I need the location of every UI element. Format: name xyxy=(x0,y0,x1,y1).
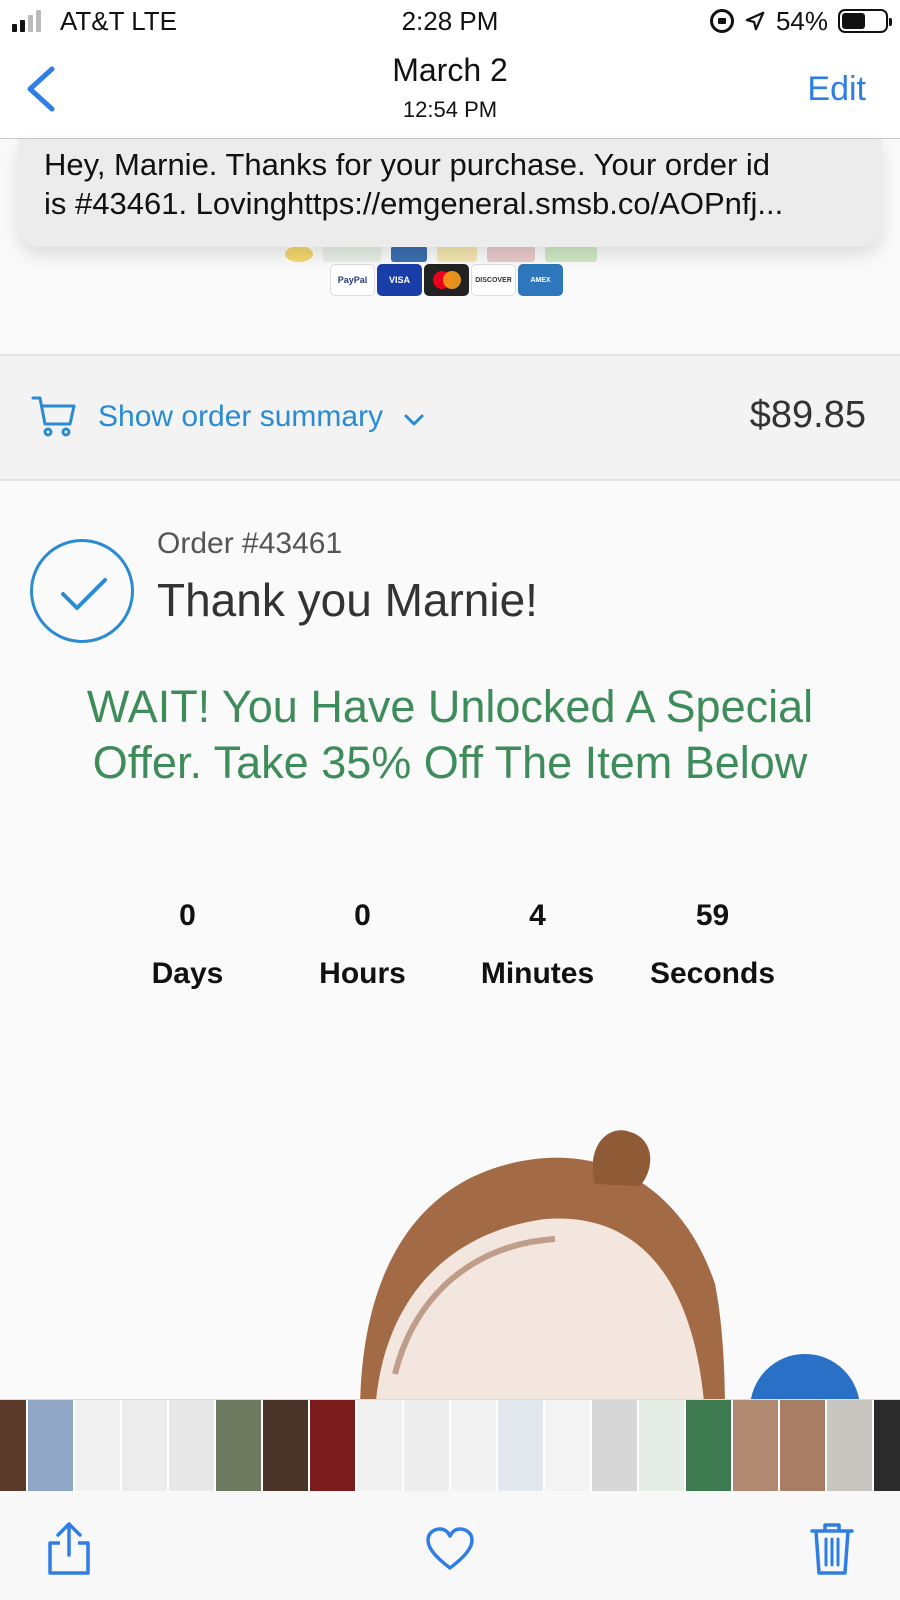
countdown-label: Seconds xyxy=(649,957,776,990)
countdown-value: 0 xyxy=(354,899,371,932)
photo-thumbnail[interactable] xyxy=(827,1400,872,1491)
message-preview[interactable]: Hey, Marnie. Thanks for your purchase. Y… xyxy=(18,139,882,247)
photo-thumbnail[interactable] xyxy=(0,1400,26,1491)
countdown-value: 4 xyxy=(529,899,546,932)
countdown-value: 59 xyxy=(695,899,730,932)
battery-icon xyxy=(838,9,892,33)
photo-thumbnail[interactable] xyxy=(357,1400,402,1491)
heart-icon[interactable] xyxy=(425,1527,475,1571)
norton-badge xyxy=(437,246,477,262)
product-image xyxy=(360,1130,725,1399)
photo-thumbnail-strip[interactable] xyxy=(0,1399,900,1491)
photo-thumbnail[interactable] xyxy=(216,1400,261,1491)
countdown-minutes: 4 Minutes xyxy=(450,899,625,991)
screenshot-content: PayPal VISA DISCOVER AMEX Show order sum… xyxy=(0,139,900,1399)
countdown-label: Minutes xyxy=(480,957,595,990)
photo-thumbnail[interactable] xyxy=(310,1400,355,1491)
order-total: $89.85 xyxy=(749,394,866,436)
photo-thumbnail[interactable] xyxy=(780,1400,825,1491)
countdown-hours: 0 Hours xyxy=(275,899,450,991)
status-bar: AT&T LTE 2:28 PM 54% xyxy=(0,0,900,42)
photo-thumbnail[interactable] xyxy=(592,1400,637,1491)
mcafee-badge xyxy=(487,246,535,262)
discover-card-icon: DISCOVER xyxy=(471,264,516,296)
show-order-summary-link[interactable]: Show order summary xyxy=(98,400,383,434)
chevron-down-icon xyxy=(404,414,424,426)
countdown-label: Hours xyxy=(319,957,406,990)
photo-thumbnail[interactable] xyxy=(75,1400,120,1491)
paypal-card-icon: PayPal xyxy=(330,264,375,296)
photo-thumbnail[interactable] xyxy=(639,1400,684,1491)
trash-icon[interactable] xyxy=(810,1521,854,1577)
nav-date-title: March 2 xyxy=(392,52,508,88)
location-arrow-icon xyxy=(745,11,765,31)
share-icon[interactable] xyxy=(46,1521,92,1577)
navigation-bar: March 2 12:54 PM Edit xyxy=(0,42,900,139)
bottom-toolbar xyxy=(0,1491,900,1600)
thank-you-heading: Thank you Marnie! xyxy=(157,574,538,626)
photo-thumbnail[interactable] xyxy=(28,1400,73,1491)
countdown-timer: 0 Days 0 Hours 4 Minutes 59 Seconds xyxy=(100,899,800,991)
truste-badge xyxy=(545,246,597,262)
countdown-seconds: 59 Seconds xyxy=(625,899,800,991)
countdown-label: Days xyxy=(151,957,224,990)
payment-cards: PayPal VISA DISCOVER AMEX xyxy=(330,264,563,296)
special-offer-heading: WAIT! You Have Unlocked A Special Offer.… xyxy=(86,681,814,788)
visa-card-icon: VISA xyxy=(377,264,422,296)
photo-thumbnail[interactable] xyxy=(498,1400,543,1491)
photo-thumbnail[interactable] xyxy=(874,1400,900,1491)
battery-percentage: 54% xyxy=(775,5,828,36)
photo-thumbnail[interactable] xyxy=(733,1400,778,1491)
mastercard-icon xyxy=(424,264,469,296)
order-summary-bar[interactable]: Show order summary $89.85 xyxy=(0,354,900,481)
rotation-lock-icon xyxy=(709,9,734,33)
edit-button[interactable]: Edit xyxy=(807,70,866,109)
cart-icon xyxy=(31,396,76,437)
nav-time-subtitle: 12:54 PM xyxy=(402,97,498,122)
checkmark-circle-icon xyxy=(30,539,134,643)
photo-thumbnail[interactable] xyxy=(263,1400,308,1491)
countdown-value: 0 xyxy=(179,899,196,932)
bbb-badge xyxy=(391,246,427,262)
paypal-verified-badge xyxy=(285,246,313,262)
chat-widget-button[interactable] xyxy=(750,1354,860,1399)
photo-thumbnail[interactable] xyxy=(122,1400,167,1491)
trusted-store-badge xyxy=(323,246,381,262)
photo-thumbnail[interactable] xyxy=(545,1400,590,1491)
photo-thumbnail[interactable] xyxy=(686,1400,731,1491)
amex-card-icon: AMEX xyxy=(518,264,563,296)
photo-thumbnail[interactable] xyxy=(404,1400,449,1491)
order-number: Order #43461 xyxy=(157,527,343,560)
countdown-days: 0 Days xyxy=(100,899,275,991)
photo-thumbnail[interactable] xyxy=(451,1400,496,1491)
photo-thumbnail[interactable] xyxy=(169,1400,214,1491)
